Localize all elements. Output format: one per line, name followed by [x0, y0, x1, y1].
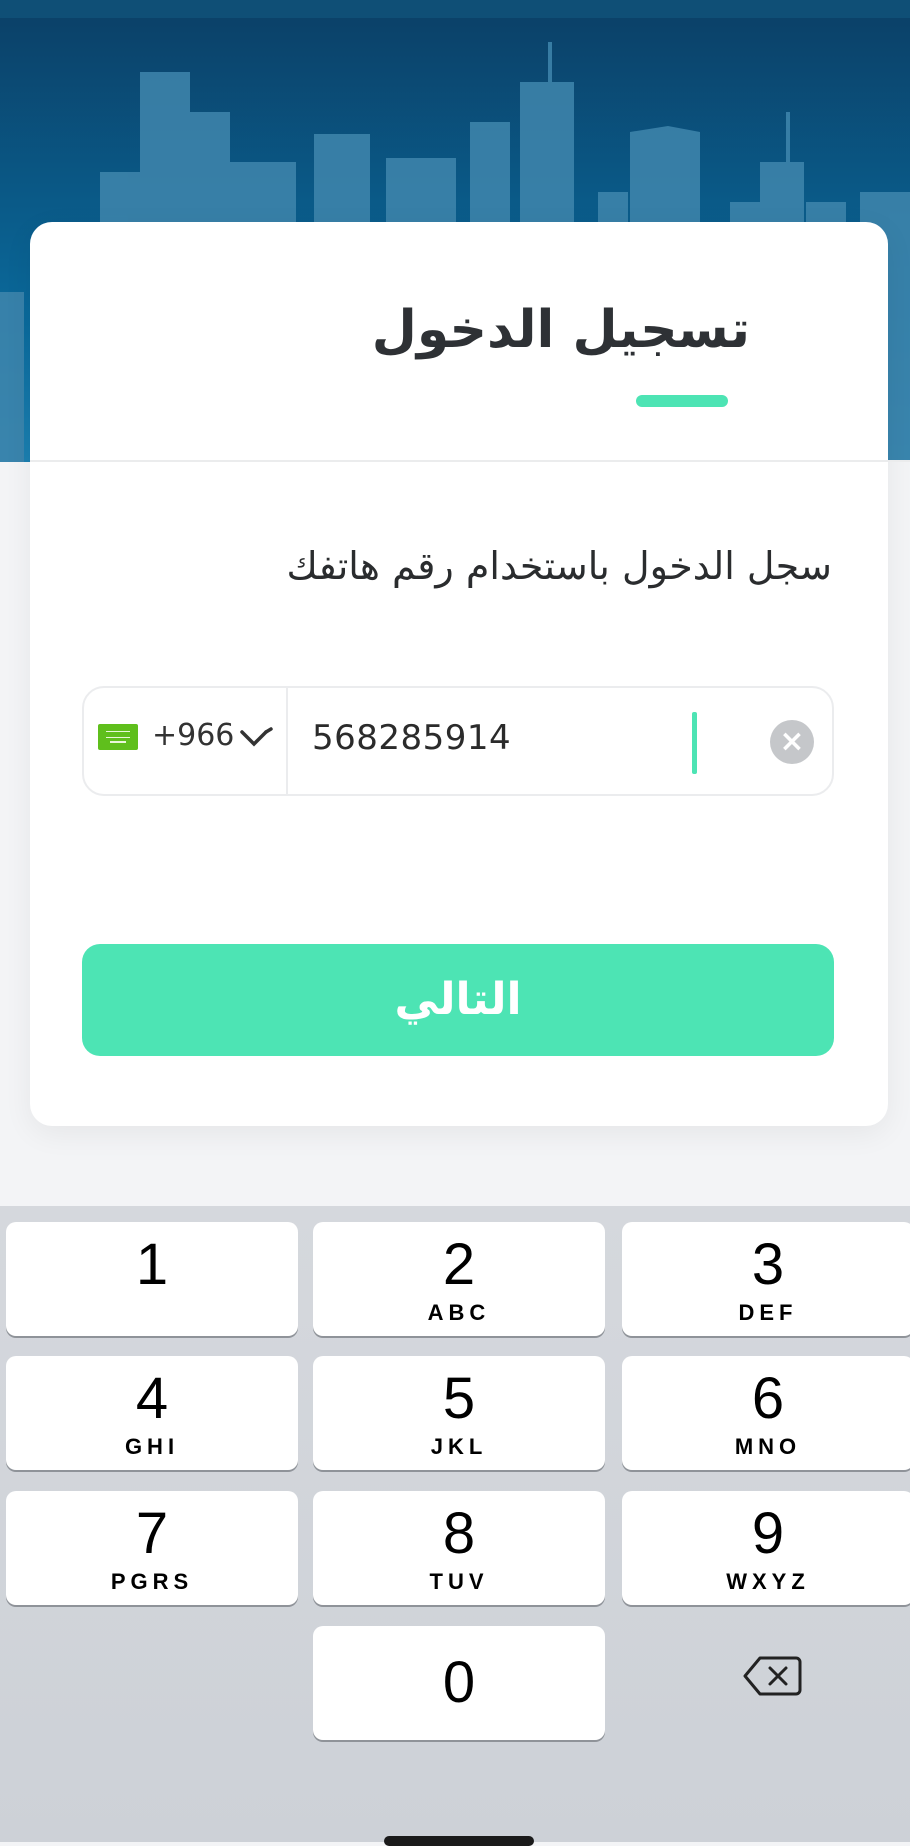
- key-letters: GHI: [124, 1434, 180, 1459]
- key-number: 2: [442, 1232, 476, 1297]
- key-number: 1: [135, 1232, 169, 1297]
- key-6[interactable]: 6 MNO: [622, 1356, 910, 1470]
- key-number: 7: [135, 1501, 169, 1566]
- key-2[interactable]: 2 ABC: [313, 1222, 605, 1336]
- subtitle: سجل الدخول باستخدام رقم هاتفك: [286, 544, 832, 588]
- key-0[interactable]: 0: [313, 1626, 605, 1740]
- backspace-icon[interactable]: [742, 1654, 802, 1698]
- key-letters: JKL: [430, 1434, 488, 1459]
- key-4[interactable]: 4 GHI: [6, 1356, 298, 1470]
- key-letters: MNO: [734, 1434, 802, 1459]
- page-title: تسجيل الدخول: [371, 300, 750, 360]
- key-7[interactable]: 7 PGRS: [6, 1491, 298, 1605]
- key-number: 4: [135, 1366, 169, 1431]
- divider: [30, 460, 910, 462]
- key-number: 0: [442, 1650, 476, 1715]
- key-3[interactable]: 3 DEF: [622, 1222, 910, 1336]
- home-indicator: [384, 1836, 534, 1846]
- clear-icon[interactable]: ×: [770, 720, 814, 764]
- saudi-flag-icon: [98, 724, 138, 750]
- key-8[interactable]: 8 TUV: [313, 1491, 605, 1605]
- key-letters: TUV: [429, 1569, 489, 1594]
- next-button[interactable]: التالي: [82, 944, 834, 1056]
- key-letters: DEF: [738, 1300, 798, 1325]
- key-number: 8: [442, 1501, 476, 1566]
- key-9[interactable]: 9 WXYZ: [622, 1491, 910, 1605]
- title-underline: [636, 395, 728, 407]
- key-letters: ABC: [427, 1300, 491, 1325]
- chevron-down-icon: [240, 727, 273, 747]
- country-code: +966: [152, 718, 235, 753]
- key-letters: WXYZ: [726, 1569, 810, 1594]
- key-letters: PGRS: [110, 1569, 194, 1594]
- key-1[interactable]: 1: [6, 1222, 298, 1336]
- key-number: 3: [751, 1232, 785, 1297]
- key-number: 6: [751, 1366, 785, 1431]
- country-code-selector[interactable]: +966: [84, 688, 288, 794]
- phone-input-group: +966 568285914 ×: [82, 686, 834, 796]
- status-strip: [0, 0, 910, 18]
- key-number: 9: [751, 1501, 785, 1566]
- key-number: 5: [442, 1366, 476, 1431]
- text-caret: [692, 712, 697, 774]
- login-card: تسجيل الدخول سجل الدخول باستخدام رقم هات…: [30, 222, 910, 1126]
- phone-number-field[interactable]: 568285914: [312, 718, 511, 758]
- key-5[interactable]: 5 JKL: [313, 1356, 605, 1470]
